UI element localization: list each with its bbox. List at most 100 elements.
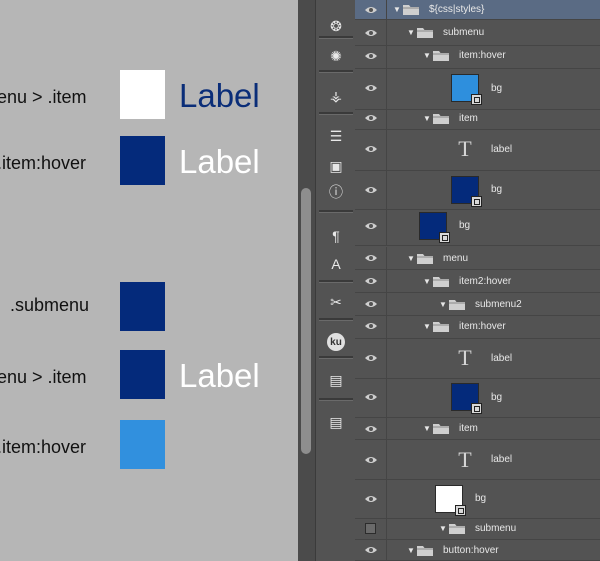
eye-icon[interactable]: [355, 107, 387, 129]
label-text: Label: [179, 143, 260, 180]
eye-icon[interactable]: [355, 67, 387, 109]
tool-separator: [319, 210, 353, 213]
folder-icon: [417, 27, 443, 38]
layer-name: bg: [491, 82, 503, 94]
color-swatch: [120, 350, 165, 399]
visibility-off-toggle[interactable]: [355, 518, 387, 539]
layer-group-row[interactable]: ▼ ${css|styles}: [355, 0, 600, 20]
expand-caret-icon[interactable]: ▼: [421, 424, 433, 433]
brush-icon[interactable]: ⚶: [321, 84, 351, 108]
cubes-icon[interactable]: ▣: [321, 154, 351, 178]
eye-icon[interactable]: [355, 314, 387, 338]
eye-icon[interactable]: [355, 540, 387, 560]
canvas-scrollbar-thumb[interactable]: [301, 188, 311, 454]
tools-icon[interactable]: ✂: [321, 290, 351, 314]
eye-icon[interactable]: [355, 206, 387, 245]
layer-thumbnail: [451, 175, 482, 207]
expand-caret-icon[interactable]: ▼: [421, 51, 433, 60]
layer-name: bg: [491, 391, 503, 403]
layer-group-row[interactable]: ▼ submenu2: [355, 293, 600, 316]
eye-icon[interactable]: [355, 418, 387, 439]
panel-dock-strip: ❂ ✺ ⚶ ☰ ▣ ⓘ ¶ A ✂ ku ▤ ▤: [315, 0, 356, 561]
folder-icon: [433, 276, 459, 287]
layer-name: item: [459, 423, 478, 434]
smart-object-badge-icon: [471, 195, 482, 207]
layer-group-row[interactable]: ▼ item:hover: [355, 43, 600, 69]
kuler-icon[interactable]: ku: [321, 330, 351, 354]
folder-icon: [433, 113, 459, 124]
selector-label: .submenu: [10, 295, 90, 315]
layer-group-row[interactable]: ▼ item2:hover: [355, 270, 600, 293]
eye-icon[interactable]: [355, 247, 387, 269]
eye-icon[interactable]: [355, 338, 387, 378]
layer-row[interactable]: Tlabel: [355, 338, 600, 379]
sliders-icon[interactable]: ☰: [321, 124, 351, 148]
sparkle-icon[interactable]: ✺: [321, 44, 351, 68]
layer-group-row[interactable]: ▼ item: [355, 418, 600, 440]
color-swatch: [120, 70, 165, 119]
color-swatch: [120, 136, 165, 185]
layer-comps-2-icon[interactable]: ▤: [321, 410, 351, 434]
layer-group-row[interactable]: ▼ item: [355, 107, 600, 130]
layer-thumbnail: [451, 383, 482, 414]
layers-panel: ▼ ${css|styles} ▼ submenu ▼ item:hover bg ▼ item…: [355, 0, 600, 561]
selector-label: enu > .item: [0, 367, 87, 387]
eye-icon[interactable]: [355, 20, 387, 45]
expand-caret-icon[interactable]: ▼: [405, 254, 417, 263]
layer-name: item:hover: [459, 320, 506, 332]
layer-comps-icon[interactable]: ▤: [321, 368, 351, 392]
layer-row[interactable]: bg: [355, 170, 600, 210]
expand-caret-icon[interactable]: ▼: [421, 322, 433, 331]
layer-thumbnail: [419, 211, 450, 243]
layer-row[interactable]: bg: [355, 377, 600, 418]
eye-icon[interactable]: [355, 293, 387, 315]
visibility-box-icon: [365, 523, 376, 534]
smart-object-badge-icon: [439, 231, 450, 243]
expand-caret-icon[interactable]: ▼: [437, 524, 449, 533]
compass-icon[interactable]: ❂: [321, 14, 351, 38]
selector-label: .item:hover: [0, 437, 87, 457]
character-icon[interactable]: A: [321, 252, 351, 276]
layer-row[interactable]: Tlabel: [355, 128, 600, 171]
smart-object-badge-icon: [471, 94, 482, 105]
layer-group-row[interactable]: ▼ item:hover: [355, 314, 600, 339]
text-layer-icon: T: [458, 446, 472, 472]
layer-name: ${css|styles}: [429, 4, 485, 15]
layer-name: button:hover: [443, 544, 499, 556]
expand-caret-icon[interactable]: ▼: [391, 5, 403, 14]
expand-caret-icon[interactable]: ▼: [421, 277, 433, 286]
expand-caret-icon[interactable]: ▼: [421, 114, 433, 123]
eye-icon[interactable]: [355, 0, 387, 19]
selector-label: .item:hover: [0, 153, 87, 173]
layer-group-row[interactable]: ▼ submenu: [355, 518, 600, 540]
layer-row[interactable]: Tlabel: [355, 440, 600, 480]
tool-separator: [319, 112, 353, 115]
document-canvas[interactable]: enu > .item .item:hover .submenu enu > .…: [0, 0, 298, 561]
eye-icon[interactable]: [355, 479, 387, 518]
layer-row[interactable]: bg: [355, 206, 600, 246]
folder-icon: [433, 50, 459, 61]
layer-name: menu: [443, 252, 469, 264]
layer-row[interactable]: bg: [355, 67, 600, 110]
layer-row[interactable]: bg: [355, 479, 600, 519]
smart-object-badge-icon: [471, 403, 482, 414]
eye-icon[interactable]: [355, 170, 387, 209]
layer-group-row[interactable]: ▼ button:hover: [355, 540, 600, 561]
eye-icon[interactable]: [355, 270, 387, 292]
expand-caret-icon[interactable]: ▼: [405, 28, 417, 37]
eye-icon[interactable]: [355, 377, 387, 417]
eye-icon[interactable]: [355, 440, 387, 479]
eye-icon[interactable]: [355, 43, 387, 68]
label-text: Label: [179, 357, 260, 394]
layer-name: label: [491, 454, 513, 465]
layer-group-row[interactable]: ▼ menu: [355, 247, 600, 270]
layer-thumbnail: [435, 484, 466, 516]
label-text: Label: [179, 77, 260, 114]
info-icon[interactable]: ⓘ: [321, 180, 351, 204]
expand-caret-icon[interactable]: ▼: [437, 300, 449, 309]
selector-label: enu > .item: [0, 87, 87, 107]
eye-icon[interactable]: [355, 128, 387, 170]
paragraph-icon[interactable]: ¶: [321, 224, 351, 248]
layer-name: label: [491, 143, 513, 155]
expand-caret-icon[interactable]: ▼: [405, 546, 417, 555]
